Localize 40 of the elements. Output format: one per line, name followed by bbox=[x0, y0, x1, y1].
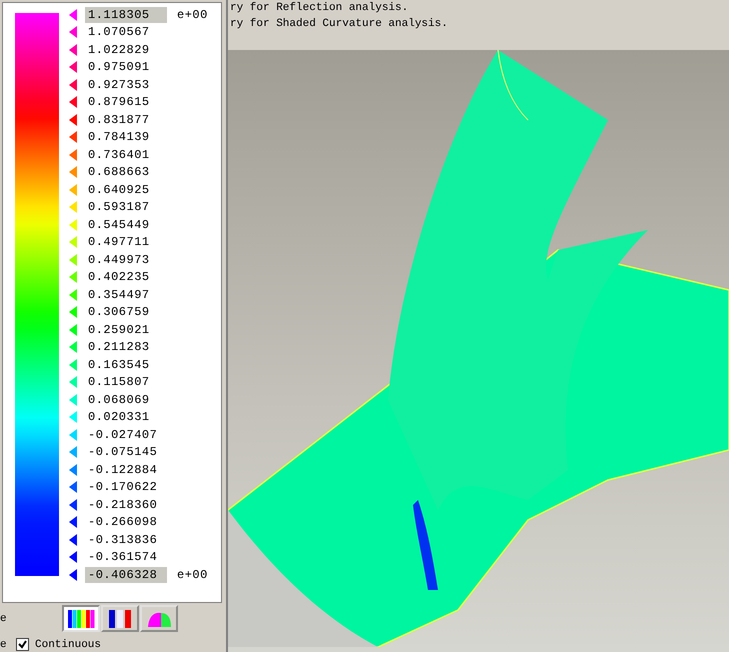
value-label: 1.070567 bbox=[87, 24, 151, 40]
value-label: 0.497711 bbox=[87, 234, 151, 250]
value-label: 1.022829 bbox=[87, 42, 151, 58]
value-label: 0.784139 bbox=[87, 129, 151, 146]
cut-label: e bbox=[0, 638, 8, 650]
value-label: 0.354497 bbox=[87, 286, 151, 303]
value-label: 0.020331 bbox=[87, 409, 151, 426]
value-label: 0.736401 bbox=[87, 146, 151, 163]
value-label: -0.122884 bbox=[87, 462, 158, 478]
value-label: 0.593187 bbox=[87, 199, 151, 216]
value-label: 0.211283 bbox=[87, 339, 151, 356]
value-label: 0.068069 bbox=[87, 392, 151, 408]
value-label: 0.927353 bbox=[87, 76, 151, 93]
message-line: ry for Reflection analysis. bbox=[230, 1, 410, 16]
value-label: -0.313836 bbox=[87, 532, 158, 548]
value-label: -0.218360 bbox=[87, 496, 158, 513]
value-label: -0.027407 bbox=[87, 426, 158, 443]
value-label: 0.306759 bbox=[87, 304, 151, 320]
value-label: 0.640925 bbox=[87, 182, 151, 198]
value-label: 0.975091 bbox=[87, 59, 151, 76]
value-label: 0.688663 bbox=[87, 164, 151, 180]
value-label: -0.266098 bbox=[87, 514, 158, 530]
value-label: 0.449973 bbox=[87, 252, 151, 268]
cut-label: e bbox=[0, 612, 8, 624]
exponent-label: e+00 bbox=[177, 568, 208, 582]
message-line: ry for Shaded Curvature analysis. bbox=[230, 17, 449, 32]
exponent-label: e+00 bbox=[177, 8, 208, 22]
value-label: 0.115807 bbox=[87, 374, 151, 390]
value-label: 0.831877 bbox=[87, 112, 151, 128]
value-field[interactable]: -0.406328 bbox=[85, 566, 167, 583]
value-label: -0.075145 bbox=[87, 444, 158, 460]
value-field[interactable]: 1.118305 bbox=[85, 6, 167, 23]
value-label: 0.259021 bbox=[87, 322, 151, 338]
value-label: 0.402235 bbox=[87, 269, 151, 286]
value-label: 0.879615 bbox=[87, 94, 151, 110]
value-label: -0.361574 bbox=[87, 549, 158, 566]
value-label: -0.170622 bbox=[87, 479, 158, 496]
continuous-label: Continuous bbox=[35, 638, 102, 650]
value-label: 0.545449 bbox=[87, 216, 151, 233]
value-label: 0.163545 bbox=[87, 356, 151, 373]
